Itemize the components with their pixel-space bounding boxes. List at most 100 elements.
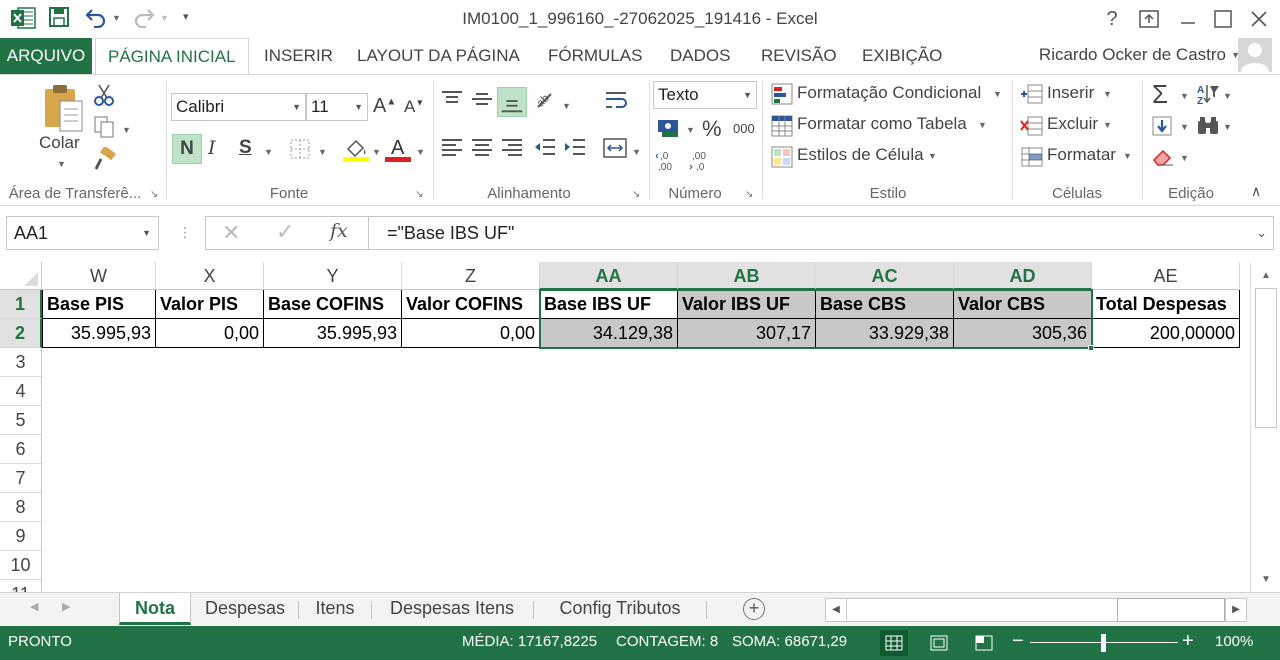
customize-toolbar-icon[interactable]: ▾ (183, 10, 189, 23)
cell-ac1[interactable]: Base CBS (816, 290, 954, 319)
column-header-ac[interactable]: AC (816, 262, 954, 290)
add-sheet-button[interactable]: + (743, 598, 765, 620)
cell-y2[interactable]: 35.995,93 (264, 319, 402, 348)
tab-review[interactable]: REVISÃO (749, 38, 849, 74)
column-header-z[interactable]: Z (402, 262, 540, 290)
maximize-icon[interactable] (1208, 4, 1238, 34)
scroll-left-icon[interactable]: ◀ (825, 598, 847, 622)
restore-ribbon-icon[interactable] (1134, 4, 1164, 34)
font-family-select[interactable]: Calibri ▼ (171, 93, 306, 121)
format-as-table-dropdown-icon[interactable]: ▼ (978, 120, 987, 130)
row-header-2[interactable]: 2 (0, 319, 42, 348)
bold-button[interactable]: N (172, 134, 202, 164)
wrap-text-icon[interactable] (604, 89, 628, 113)
formula-input[interactable]: ="Base IBS UF" ⌄ (368, 216, 1274, 250)
excel-logo-icon[interactable] (10, 6, 36, 30)
fill-icon[interactable] (1151, 115, 1173, 137)
name-box[interactable]: AA1 ▼ (6, 216, 159, 250)
row-header-11[interactable]: 11 (0, 580, 42, 592)
cell-x1[interactable]: Valor PIS (156, 290, 264, 319)
cell-ae2[interactable]: 200,00000 (1092, 319, 1240, 348)
cell-ab2[interactable]: 307,17 (678, 319, 816, 348)
decrease-indent-icon[interactable] (533, 137, 557, 159)
paste-button[interactable]: Colar (39, 133, 80, 153)
sort-filter-dropdown-icon[interactable]: ▼ (1223, 91, 1232, 101)
scroll-up-icon[interactable]: ▲ (1254, 266, 1278, 286)
zoom-out-icon[interactable]: − (1012, 626, 1024, 656)
row-header-4[interactable]: 4 (0, 377, 42, 406)
shrink-font-button[interactable]: A▼ (404, 97, 424, 117)
find-select-dropdown-icon[interactable]: ▼ (1223, 122, 1232, 132)
fill-color-icon[interactable] (342, 135, 370, 163)
cut-icon[interactable] (93, 83, 115, 107)
sheet-tab-config-tributos[interactable]: Config Tributos (535, 593, 705, 625)
column-header-aa[interactable]: AA (540, 262, 678, 290)
help-button[interactable]: ? (1097, 4, 1127, 34)
percent-style-button[interactable]: % (702, 116, 722, 142)
cell-aa2[interactable]: 34.129,38 (540, 319, 678, 348)
sheet-tab-despesas-itens[interactable]: Despesas Itens (373, 593, 531, 625)
column-header-y[interactable]: Y (264, 262, 402, 290)
borders-icon[interactable] (289, 138, 311, 160)
align-bottom-icon[interactable] (497, 87, 527, 117)
page-layout-view-icon[interactable] (925, 630, 953, 656)
collapse-ribbon-icon[interactable]: ∧ (1251, 183, 1261, 200)
fill-color-dropdown-icon[interactable]: ▼ (372, 147, 381, 157)
row-header-10[interactable]: 10 (0, 551, 42, 580)
number-format-select[interactable]: Texto ▼ (653, 81, 757, 109)
paste-icon[interactable] (42, 83, 86, 135)
redo-icon[interactable] (132, 6, 156, 28)
sheet-tab-despesas[interactable]: Despesas (193, 593, 297, 625)
copy-dropdown-icon[interactable]: ▼ (122, 125, 131, 135)
cancel-icon[interactable]: ✕ (222, 220, 240, 246)
underline-dropdown-icon[interactable]: ▼ (264, 147, 273, 157)
cell-styles-button[interactable]: Estilos de Célula (797, 145, 924, 165)
column-header-x[interactable]: X (156, 262, 264, 290)
accounting-dropdown-icon[interactable]: ▼ (686, 125, 695, 135)
conditional-format-dropdown-icon[interactable]: ▼ (993, 89, 1002, 99)
font-launcher-icon[interactable]: ↘ (415, 189, 423, 200)
clipboard-launcher-icon[interactable]: ↘ (150, 189, 158, 200)
horizontal-scroll-thumb[interactable] (1117, 598, 1225, 622)
user-name[interactable]: Ricardo Ocker de Castro (1039, 38, 1226, 72)
underline-button[interactable]: S (239, 137, 252, 159)
clear-icon[interactable] (1151, 146, 1175, 168)
cell-aa1[interactable]: Base IBS UF (540, 290, 678, 319)
comma-style-button[interactable]: 000 (733, 121, 755, 136)
fill-dropdown-icon[interactable]: ▼ (1180, 122, 1189, 132)
increase-indent-icon[interactable] (563, 137, 587, 159)
format-cells-dropdown-icon[interactable]: ▼ (1123, 151, 1132, 161)
cell-w2[interactable]: 35.995,93 (42, 319, 156, 348)
row-header-5[interactable]: 5 (0, 406, 42, 435)
cell-styles-dropdown-icon[interactable]: ▼ (928, 151, 937, 161)
cell-ac2[interactable]: 33.929,38 (816, 319, 954, 348)
tab-formulas[interactable]: FÓRMULAS (536, 38, 654, 74)
avatar[interactable] (1238, 38, 1272, 72)
align-right-icon[interactable] (500, 137, 524, 159)
cell-styles-icon[interactable] (771, 146, 793, 168)
cell-z2[interactable]: 0,00 (402, 319, 540, 348)
column-header-ab[interactable]: AB (678, 262, 816, 290)
insert-function-icon[interactable]: fx (330, 220, 348, 242)
zoom-in-icon[interactable]: + (1182, 626, 1194, 656)
format-cells-button[interactable]: Formatar (1047, 145, 1116, 165)
font-size-select[interactable]: 11 ▼ (306, 93, 368, 121)
close-icon[interactable] (1244, 4, 1274, 34)
column-header-ae[interactable]: AE (1092, 262, 1240, 290)
insert-cells-dropdown-icon[interactable]: ▼ (1103, 89, 1112, 99)
sheet-tab-nota[interactable]: Nota (119, 593, 191, 625)
undo-icon[interactable] (84, 6, 108, 28)
find-select-icon[interactable] (1196, 115, 1220, 137)
autosum-dropdown-icon[interactable]: ▼ (1180, 91, 1189, 101)
cell-ad2[interactable]: 305,36 (954, 319, 1092, 348)
sheet-tab-itens[interactable]: Itens (300, 593, 370, 625)
tab-view[interactable]: EXIBIÇÃO (850, 38, 954, 74)
copy-icon[interactable] (93, 115, 115, 139)
autosum-icon[interactable]: Σ (1152, 79, 1168, 110)
clear-dropdown-icon[interactable]: ▼ (1180, 153, 1189, 163)
column-header-w[interactable]: W (42, 262, 156, 290)
accounting-format-icon[interactable] (656, 117, 682, 139)
alignment-launcher-icon[interactable]: ↘ (632, 189, 640, 200)
row-header-3[interactable]: 3 (0, 348, 42, 377)
align-top-icon[interactable] (440, 89, 464, 109)
